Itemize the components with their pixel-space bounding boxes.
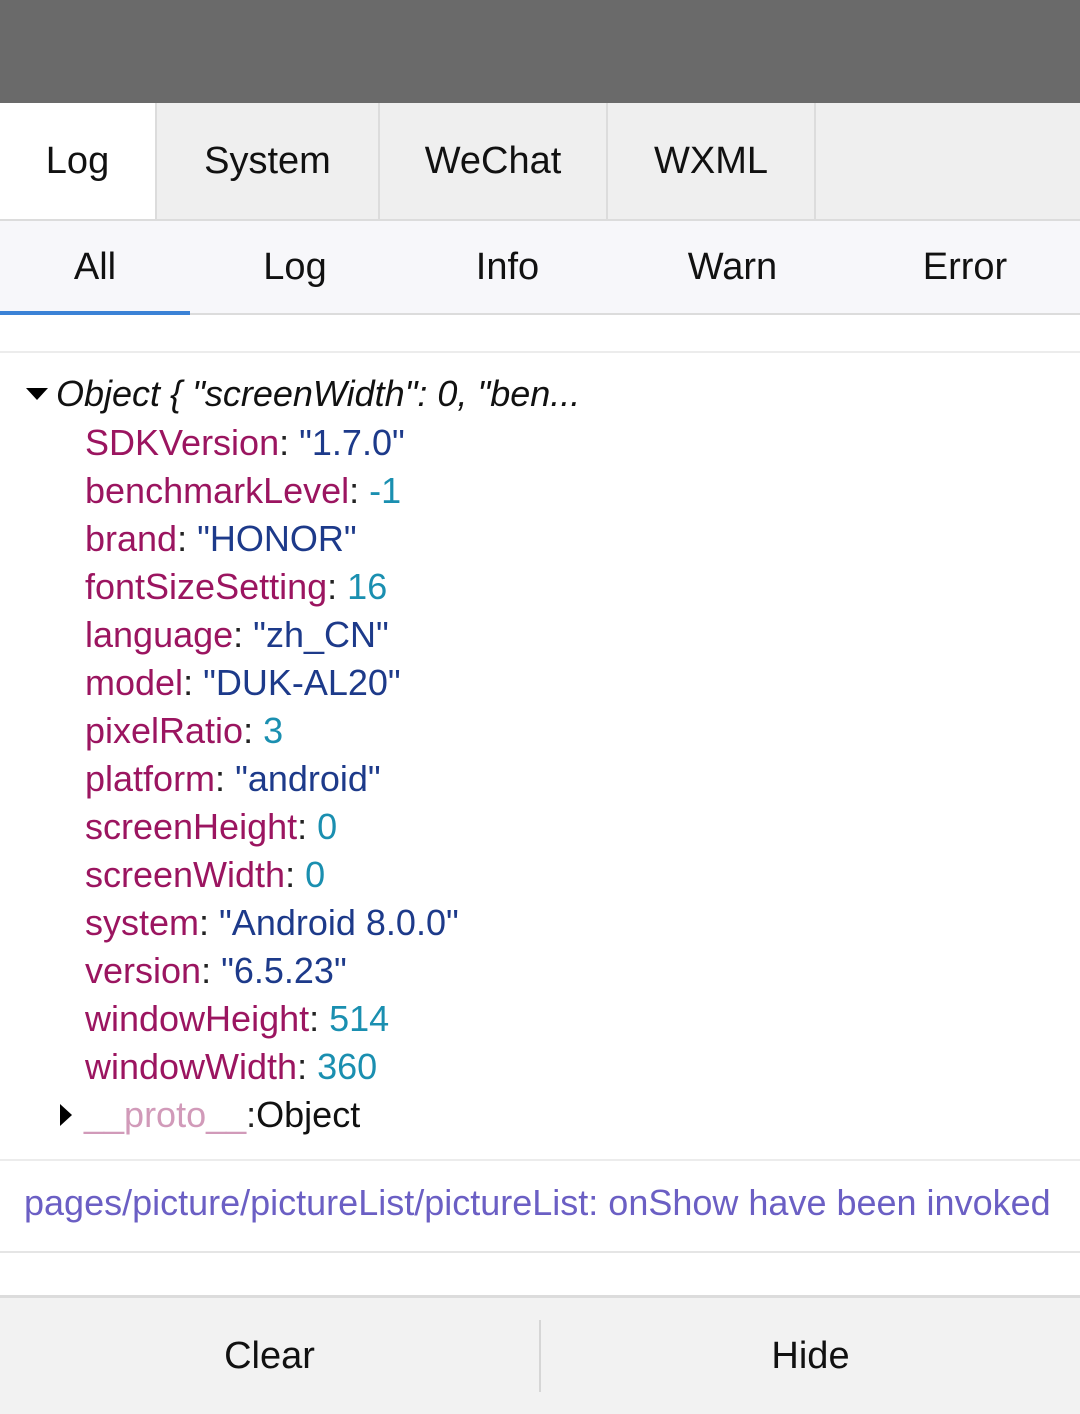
proto-colon: :: [246, 1094, 257, 1135]
log-entry-message: pages/picture/pictureList/pictureList: o…: [0, 1161, 1080, 1253]
object-property-row: pixelRatio: 3: [0, 707, 1080, 755]
log-entry-clipped: [0, 315, 1080, 353]
property-colon: :: [349, 470, 370, 511]
tab-wechat[interactable]: WeChat: [380, 103, 608, 219]
log-filter-bar: All Log Info Warn Error: [0, 221, 1080, 315]
tab-wxml[interactable]: WXML: [608, 103, 816, 219]
object-property-row: version: "6.5.23": [0, 947, 1080, 995]
property-colon: :: [183, 662, 204, 703]
filter-tab-log[interactable]: Log: [190, 221, 400, 313]
property-key: platform: [85, 758, 216, 799]
property-key: SDKVersion: [85, 422, 280, 463]
property-value: "DUK-AL20": [203, 662, 401, 703]
object-property-list: SDKVersion: "1.7.0" benchmarkLevel: -1 bra…: [0, 419, 1080, 1091]
object-property-row: SDKVersion: "1.7.0": [0, 419, 1080, 467]
object-property-row: system: "Android 8.0.0": [0, 899, 1080, 947]
property-colon: :: [297, 806, 318, 847]
object-property-row: windowHeight: 514: [0, 995, 1080, 1043]
property-key: screenHeight: [85, 806, 298, 847]
bottom-toolbar: Clear Hide: [0, 1295, 1080, 1414]
main-tab-bar: Log System WeChat WXML: [0, 103, 1080, 221]
property-key: benchmarkLevel: [85, 470, 350, 511]
property-key: fontSizeSetting: [85, 566, 328, 607]
property-key: pixelRatio: [85, 710, 244, 751]
object-property-row: windowWidth: 360: [0, 1043, 1080, 1091]
caret-right-icon[interactable]: [60, 1104, 72, 1126]
object-summary: Object { "screenWidth": 0, "ben...: [56, 373, 581, 414]
property-colon: :: [233, 614, 254, 655]
property-colon: :: [279, 422, 300, 463]
property-colon: :: [215, 758, 236, 799]
filter-tab-warn[interactable]: Warn: [615, 221, 850, 313]
property-value: "HONOR": [197, 518, 357, 559]
property-value: "Android 8.0.0": [219, 902, 459, 943]
property-value: 0: [305, 854, 326, 895]
property-key: windowHeight: [85, 998, 310, 1039]
dimmed-page-backdrop: [0, 0, 1080, 103]
property-colon: :: [297, 1046, 318, 1087]
property-value: "android": [235, 758, 381, 799]
property-colon: :: [285, 854, 306, 895]
object-property-row: model: "DUK-AL20": [0, 659, 1080, 707]
property-value: 3: [263, 710, 284, 751]
property-key: version: [85, 950, 202, 991]
tab-log[interactable]: Log: [0, 103, 157, 219]
filter-tab-all-label: All: [73, 245, 117, 288]
property-colon: :: [199, 902, 220, 943]
log-entry-object: Object { "screenWidth": 0, "ben... SDKVe…: [0, 353, 1080, 1161]
object-property-row: screenHeight: 0: [0, 803, 1080, 851]
property-key: windowWidth: [85, 1046, 298, 1087]
property-colon: :: [327, 566, 348, 607]
property-colon: :: [177, 518, 198, 559]
property-colon: :: [243, 710, 264, 751]
object-property-row: brand: "HONOR": [0, 515, 1080, 563]
object-property-row: language: "zh_CN": [0, 611, 1080, 659]
property-colon: :: [201, 950, 222, 991]
object-property-row: platform: "android": [0, 755, 1080, 803]
property-key: screenWidth: [85, 854, 286, 895]
filter-tab-error[interactable]: Error: [850, 221, 1080, 313]
property-value: "zh_CN": [253, 614, 389, 655]
property-colon: :: [309, 998, 330, 1039]
property-value: 514: [329, 998, 390, 1039]
property-value: -1: [369, 470, 402, 511]
object-summary-row[interactable]: Object { "screenWidth": 0, "ben...: [0, 369, 1080, 419]
proto-value: Object: [256, 1094, 361, 1135]
property-value: "1.7.0": [299, 422, 405, 463]
property-key: system: [85, 902, 200, 943]
property-value: "6.5.23": [221, 950, 347, 991]
property-key: language: [85, 614, 234, 655]
property-value: 0: [317, 806, 338, 847]
object-property-row: benchmarkLevel: -1: [0, 467, 1080, 515]
proto-row[interactable]: __proto__: Object: [0, 1091, 1080, 1139]
property-key: brand: [85, 518, 178, 559]
log-list[interactable]: Object { "screenWidth": 0, "ben... SDKVe…: [0, 315, 1080, 1295]
property-key: model: [85, 662, 184, 703]
object-property-row: screenWidth: 0: [0, 851, 1080, 899]
filter-tab-all[interactable]: All: [0, 221, 190, 315]
property-value: 16: [347, 566, 388, 607]
filter-tab-info[interactable]: Info: [400, 221, 615, 313]
tab-bar-empty-space: [816, 103, 1080, 219]
vconsole-panel: Log System WeChat WXML All Log Info Warn…: [0, 103, 1080, 1414]
proto-key: __proto__: [84, 1094, 247, 1135]
caret-down-icon[interactable]: [26, 388, 48, 400]
hide-button[interactable]: Hide: [541, 1298, 1080, 1414]
object-property-row: fontSizeSetting: 16: [0, 563, 1080, 611]
property-value: 360: [317, 1046, 378, 1087]
tab-system[interactable]: System: [157, 103, 380, 219]
clear-button[interactable]: Clear: [0, 1298, 539, 1414]
